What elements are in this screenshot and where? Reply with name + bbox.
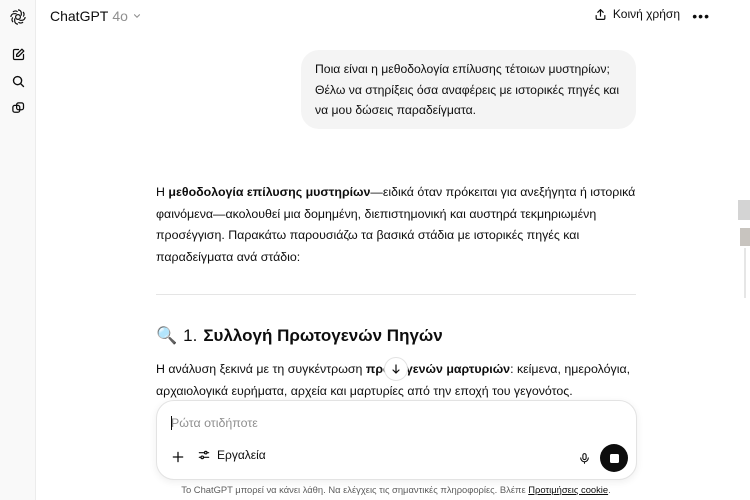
share-icon [595, 8, 606, 20]
arrow-down-icon [392, 364, 400, 374]
new-chat-icon[interactable] [9, 45, 27, 63]
section-number: 1. [183, 326, 198, 345]
scroll-to-bottom-button[interactable] [384, 357, 408, 381]
share-button[interactable]: Κοινή χρήση [594, 7, 680, 21]
dictate-button[interactable] [576, 449, 592, 467]
stop-icon [609, 453, 619, 463]
footer-disclaimer: Το ChatGPT μπορεί να κάνει λάθη. Να ελέγ… [0, 484, 750, 495]
magnifier-emoji-icon: 🔍 [156, 326, 178, 345]
more-options-button[interactable]: ••• [692, 8, 710, 24]
stop-generating-button[interactable] [600, 444, 628, 472]
tools-label: Εργαλεία [217, 448, 266, 462]
chevron-down-icon [133, 14, 140, 18]
top-header: ChatGPT 4o Κοινή χρήση ••• [36, 0, 728, 34]
disclaimer-text: Το ChatGPT μπορεί να κάνει λάθη. Να ελέγ… [181, 484, 529, 495]
model-version: 4o [112, 8, 128, 24]
section-divider [156, 294, 636, 295]
plus-icon [172, 451, 184, 463]
user-message-bubble: Ποια είναι η μεθοδολογία επίλυσης τέτοιω… [301, 50, 636, 129]
message-composer: Εργαλεία [156, 400, 637, 480]
intro-bold: μεθοδολογία επίλυσης μυστηρίων [168, 185, 371, 199]
left-sidebar-rail [0, 0, 36, 500]
library-icon[interactable] [9, 99, 27, 117]
assistant-paragraph-intro: Η μεθοδολογία επίλυσης μυστηρίων—ειδικά … [156, 182, 636, 268]
sliders-icon [198, 450, 210, 460]
section-heading: 🔍 1. Συλλογή Πρωτογενών Πηγών [156, 326, 443, 346]
openai-logo-icon[interactable] [9, 8, 27, 26]
intro-prefix: Η [156, 185, 169, 199]
microphone-icon [579, 452, 589, 464]
add-attachment-button[interactable] [169, 448, 187, 466]
scrollbar-thumb-secondary[interactable] [740, 228, 750, 246]
cookie-preferences-link[interactable]: Προτιμήσεις cookie [528, 484, 608, 495]
disclaimer-end: . [608, 484, 611, 495]
tools-button[interactable]: Εργαλεία [197, 448, 266, 462]
app-name: ChatGPT [50, 8, 109, 24]
scrollbar-rail [744, 248, 746, 298]
section1-prefix: Η ανάλυση ξεκινά με τη συγκέντρωση [156, 362, 366, 376]
section-title: Συλλογή Πρωτογενών Πηγών [203, 326, 443, 345]
scrollbar[interactable] [728, 0, 750, 500]
scrollbar-thumb[interactable] [738, 200, 750, 220]
search-icon[interactable] [9, 72, 27, 90]
model-selector[interactable]: ChatGPT 4o [50, 8, 142, 24]
share-label: Κοινή χρήση [612, 7, 680, 21]
text-cursor [171, 416, 172, 430]
prompt-input[interactable] [171, 413, 611, 433]
